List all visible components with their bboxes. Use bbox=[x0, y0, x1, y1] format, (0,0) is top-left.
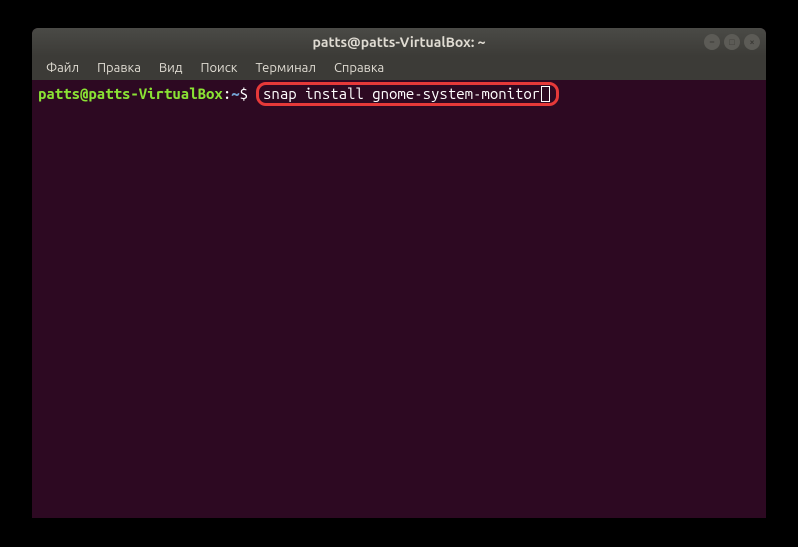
prompt-path: ~ bbox=[231, 84, 239, 104]
menu-terminal[interactable]: Терминал bbox=[247, 59, 323, 77]
maximize-button[interactable]: □ bbox=[724, 34, 740, 50]
menu-edit[interactable]: Правка bbox=[89, 59, 149, 77]
command-text: snap install gnome-system-monitor bbox=[263, 84, 540, 104]
window-controls: – □ × bbox=[704, 34, 760, 50]
maximize-icon: □ bbox=[729, 37, 734, 47]
terminal-window: patts@patts-VirtualBox: ~ – □ × Файл Пра… bbox=[32, 28, 766, 518]
menu-help[interactable]: Справка bbox=[326, 59, 392, 77]
menubar: Файл Правка Вид Поиск Терминал Справка bbox=[32, 56, 766, 80]
titlebar[interactable]: patts@patts-VirtualBox: ~ – □ × bbox=[32, 28, 766, 56]
close-icon: × bbox=[749, 37, 754, 47]
menu-view[interactable]: Вид bbox=[151, 59, 191, 77]
prompt-dollar: $ bbox=[240, 84, 248, 104]
prompt-line: patts@patts-VirtualBox : ~ $ snap instal… bbox=[38, 82, 760, 106]
menu-search[interactable]: Поиск bbox=[192, 59, 245, 77]
minimize-icon: – bbox=[710, 37, 715, 47]
window-title: patts@patts-VirtualBox: ~ bbox=[313, 34, 486, 50]
prompt-user: patts@patts-VirtualBox bbox=[38, 84, 223, 104]
prompt-colon: : bbox=[223, 84, 231, 104]
minimize-button[interactable]: – bbox=[704, 34, 720, 50]
terminal-body[interactable]: patts@patts-VirtualBox : ~ $ snap instal… bbox=[32, 80, 766, 518]
close-button[interactable]: × bbox=[744, 34, 760, 50]
cursor-icon bbox=[541, 86, 550, 102]
command-highlight: snap install gnome-system-monitor bbox=[256, 82, 559, 106]
menu-file[interactable]: Файл bbox=[38, 59, 87, 77]
